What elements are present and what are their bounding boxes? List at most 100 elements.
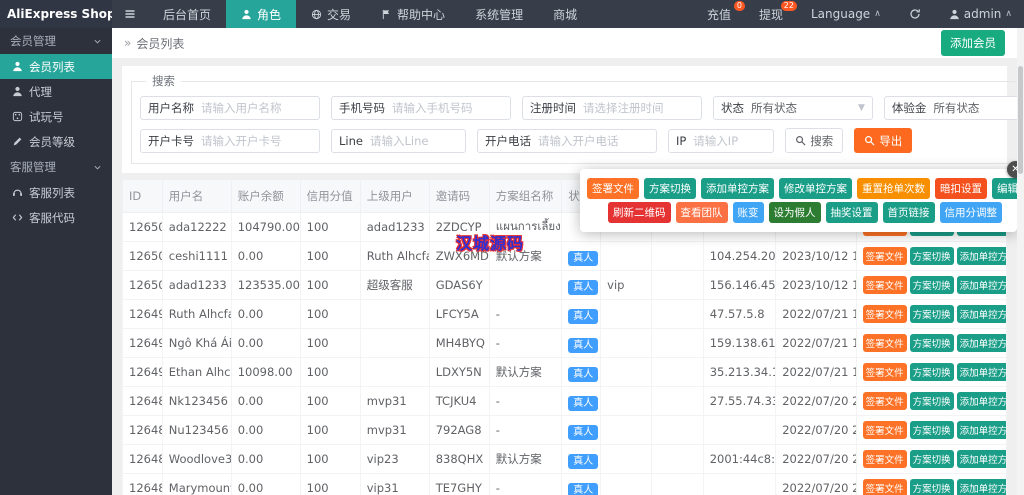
- export-button[interactable]: 导出: [854, 128, 913, 153]
- row-action-button[interactable]: 方案切换: [909, 392, 954, 410]
- status-badge: 真人: [568, 482, 599, 495]
- row-action-button[interactable]: 签署文件: [862, 392, 907, 410]
- recharge-link[interactable]: 充值 0: [695, 0, 745, 28]
- sidebar-item-service-code[interactable]: 客服代码: [0, 205, 112, 230]
- cell-member-level: [600, 444, 653, 474]
- popup-action-button[interactable]: 首页链接: [882, 202, 935, 223]
- nav-item-role[interactable]: 角色: [226, 0, 297, 28]
- cell-parent-user: vip23: [359, 444, 430, 474]
- popup-action-button[interactable]: 刷新二维码: [608, 202, 671, 223]
- table-row: 126484 Marymount 0.00 100 vip31 TE7GHY -…: [122, 473, 1008, 495]
- cell-invite-code: LFCY5A: [428, 299, 490, 329]
- trial-bonus-select-group[interactable]: 体验金 所有状态 ▼: [883, 96, 1017, 120]
- user-label: admin: [963, 7, 1002, 21]
- popup-action-button[interactable]: 账变: [732, 202, 764, 223]
- cell-id: 126484: [122, 473, 163, 495]
- cell-reg-time: 2022/07/20 22:14: [775, 444, 857, 474]
- sidebar-section-service-management[interactable]: 客服管理: [0, 154, 112, 180]
- refresh-button[interactable]: [897, 0, 933, 28]
- row-action-button[interactable]: 签署文件: [862, 305, 907, 323]
- row-action-button[interactable]: 签署文件: [862, 450, 907, 468]
- cell-parent-user: vip31: [359, 473, 430, 495]
- row-action-button[interactable]: 方案切换: [909, 334, 954, 352]
- cell-plan-group: 默认方案: [488, 357, 563, 387]
- table-row: 126501 ceshi1111 0.00 100 Ruth Alhcfah..…: [122, 241, 1008, 271]
- nav-item-system[interactable]: 系统管理: [460, 0, 538, 28]
- row-action-button[interactable]: 方案切换: [909, 247, 954, 265]
- row-action-button[interactable]: 方案切换: [909, 276, 954, 294]
- sidebar-item-label: 客服列表: [29, 185, 75, 200]
- user-menu[interactable]: admin ∧: [937, 0, 1024, 28]
- add-member-button[interactable]: 添加会员: [941, 30, 1005, 56]
- line-label: Line: [339, 133, 363, 148]
- popup-action-button[interactable]: 查看团队: [675, 202, 728, 223]
- row-action-button[interactable]: 方案切换: [909, 450, 954, 468]
- popup-action-button[interactable]: 修改单控方案: [779, 178, 852, 199]
- row-action-button[interactable]: 添加单控方案: [956, 450, 1006, 468]
- popup-action-button[interactable]: 签署文件: [587, 178, 639, 199]
- card-number-input[interactable]: [201, 133, 319, 148]
- nav-label: 帮助中心: [397, 7, 446, 22]
- row-action-button[interactable]: 签署文件: [862, 421, 907, 439]
- column-header: ID: [122, 179, 163, 213]
- row-action-button[interactable]: 添加单控方案: [956, 363, 1006, 381]
- trial-bonus-select-value: 所有状态: [933, 101, 980, 115]
- popup-action-button[interactable]: 暗扣设置: [935, 178, 987, 199]
- nav-item-help[interactable]: 帮助中心: [366, 0, 460, 28]
- row-action-button[interactable]: 签署文件: [862, 363, 907, 381]
- status-select-group[interactable]: 状态 所有状态 ▼: [713, 96, 873, 120]
- cell-actions: 签署文件方案切换添加单控方案 ...: [855, 270, 1008, 300]
- row-action-button[interactable]: 方案切换: [909, 421, 954, 439]
- row-action-button[interactable]: 添加单控方案: [956, 334, 1006, 352]
- nav-item-trade[interactable]: 交易: [296, 0, 366, 28]
- username-input[interactable]: [201, 101, 319, 115]
- row-action-button[interactable]: 添加单控方案: [956, 247, 1006, 265]
- trial-bonus-label: 体验金: [891, 101, 927, 115]
- phone-input[interactable]: [392, 101, 510, 115]
- headset-icon: [13, 189, 22, 196]
- row-action-button[interactable]: 签署文件: [862, 479, 907, 495]
- regtime-input[interactable]: [583, 101, 701, 115]
- row-action-button[interactable]: 方案切换: [909, 363, 954, 381]
- popup-action-button[interactable]: 抽奖设置: [825, 202, 878, 223]
- row-action-button[interactable]: 添加单控方案: [956, 479, 1006, 495]
- row-action-button[interactable]: 添加单控方案: [956, 392, 1006, 410]
- row-action-button[interactable]: 签署文件: [862, 334, 907, 352]
- popup-action-button[interactable]: 添加单控方案: [701, 178, 774, 199]
- nav-item-mall[interactable]: 商城: [538, 0, 592, 28]
- close-icon[interactable]: ✕: [1007, 161, 1017, 178]
- row-action-button[interactable]: 方案切换: [909, 479, 954, 495]
- popup-action-button[interactable]: 设为假人: [768, 202, 821, 223]
- popup-action-button[interactable]: 重置抢单次数: [857, 178, 930, 199]
- cell-plan-group: -: [488, 473, 563, 495]
- cell-status: 真人: [561, 299, 602, 329]
- sidebar-item-member-level[interactable]: 会员等级: [0, 129, 112, 154]
- row-action-button[interactable]: 方案切换: [909, 305, 954, 323]
- sidebar-section-member-management[interactable]: 会员管理: [0, 28, 112, 54]
- sidebar-item-service-list[interactable]: 客服列表: [0, 180, 112, 205]
- row-action-button[interactable]: 添加单控方案: [956, 305, 1006, 323]
- account-phone-input[interactable]: [537, 133, 656, 148]
- search-button[interactable]: 搜索: [785, 128, 844, 153]
- scrollbar-thumb[interactable]: [1018, 66, 1023, 174]
- cell-parent-user: Ruth Alhcfah...: [359, 241, 430, 271]
- withdraw-link[interactable]: 提现 22: [747, 0, 797, 28]
- row-action-button[interactable]: 签署文件: [862, 276, 907, 294]
- row-action-button[interactable]: 添加单控方案: [956, 421, 1006, 439]
- sidebar-item-trial-account[interactable]: 试玩号: [0, 104, 112, 129]
- cell-id: 126501: [122, 241, 163, 271]
- hamburger-menu-icon[interactable]: [112, 0, 148, 28]
- popup-action-button[interactable]: 信用分调整: [939, 202, 1002, 223]
- popup-action-button[interactable]: 编辑: [992, 178, 1017, 199]
- sidebar-item-member-list[interactable]: 会员列表: [0, 54, 112, 79]
- line-input[interactable]: [369, 133, 465, 148]
- row-action-button[interactable]: 添加单控方案: [956, 276, 1006, 294]
- ip-input[interactable]: [693, 133, 774, 148]
- cell-invite-code: TCJKU4: [428, 386, 490, 416]
- popup-action-button[interactable]: 方案切换: [644, 178, 696, 199]
- language-menu[interactable]: Language ∧: [799, 0, 893, 28]
- cell-status: 真人: [561, 270, 602, 300]
- nav-item-home[interactable]: 后台首页: [148, 0, 226, 28]
- sidebar-item-agent[interactable]: 代理: [0, 79, 112, 104]
- row-action-button[interactable]: 签署文件: [862, 247, 907, 265]
